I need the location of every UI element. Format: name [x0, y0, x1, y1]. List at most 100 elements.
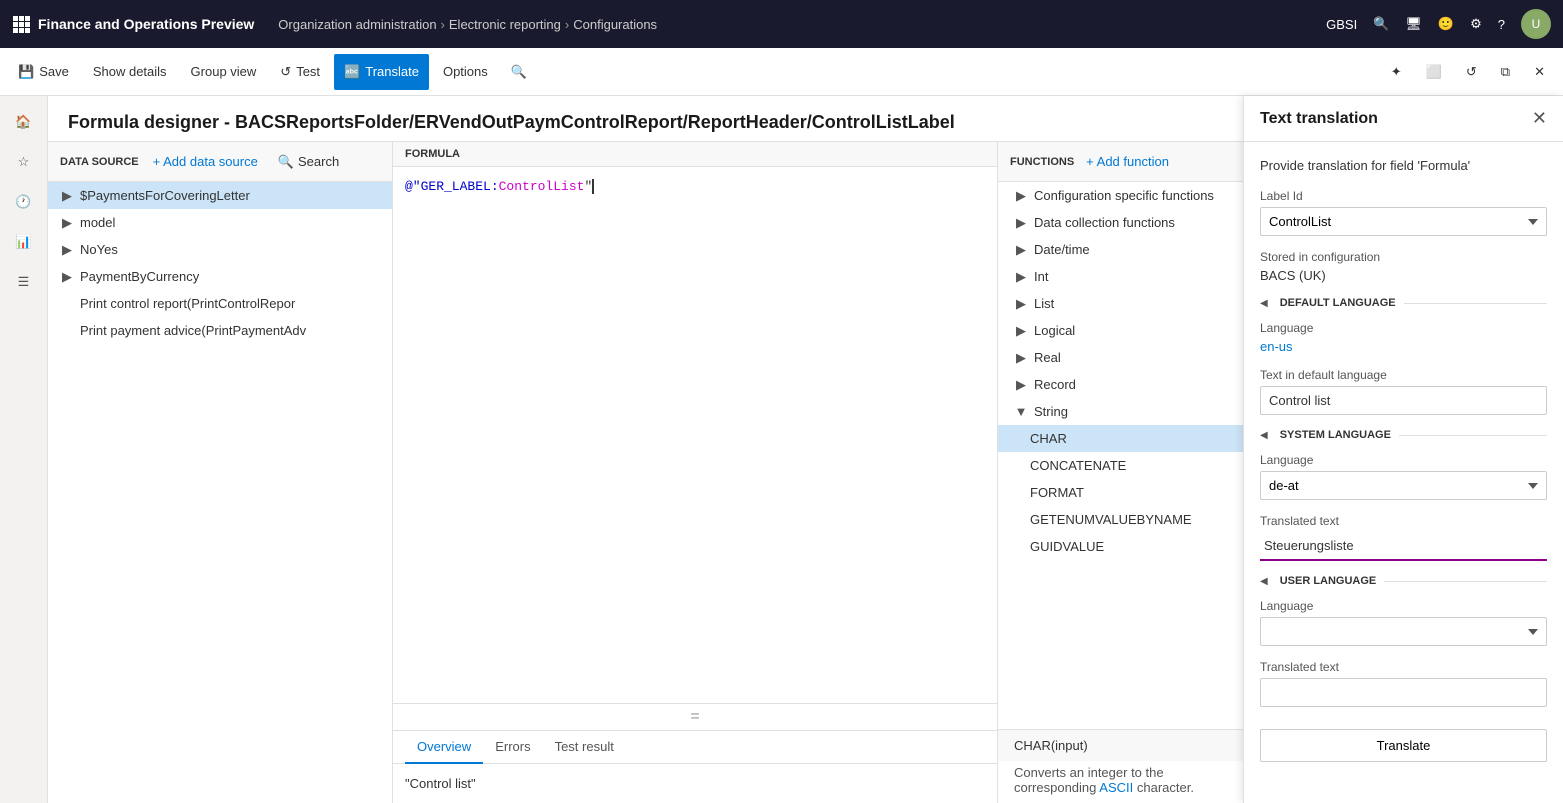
chevron-right-icon: ▶	[60, 270, 74, 284]
default-language-label: Language	[1260, 321, 1547, 335]
right-panel: Text translation ✕ Provide translation f…	[1243, 96, 1563, 803]
close-right-panel-button[interactable]: ✕	[1532, 108, 1547, 129]
fn-logical[interactable]: ▶ Logical	[998, 317, 1243, 344]
fn-datetime[interactable]: ▶ Date/time	[998, 236, 1243, 263]
toolbar-close-icon[interactable]: ✕	[1524, 54, 1555, 90]
collapse-user-icon[interactable]: ◀	[1260, 576, 1268, 587]
top-bar: Finance and Operations Preview Organizat…	[0, 0, 1563, 48]
translate-button[interactable]: 🔤 Translate	[334, 54, 429, 90]
toolbar-view-icon[interactable]: ✦	[1381, 54, 1412, 90]
tab-overview[interactable]: Overview	[405, 731, 483, 764]
ds-item-printadvice[interactable]: Print payment advice(PrintPaymentAdv	[48, 317, 392, 344]
label-id-label: Label Id	[1260, 189, 1547, 203]
toolbar-expand-icon[interactable]: ⬜	[1416, 54, 1452, 90]
sidebar-star-icon[interactable]: ☆	[6, 144, 42, 180]
smiley-icon[interactable]: 🙂	[1438, 16, 1454, 32]
system-language-group: Language de-at	[1260, 453, 1547, 500]
search-icon[interactable]: 🔍	[1373, 16, 1389, 32]
fn-config-specific[interactable]: ▶ Configuration specific functions	[998, 182, 1243, 209]
fn-guidvalue[interactable]: GUIDVALUE	[998, 533, 1243, 560]
help-icon[interactable]: ?	[1498, 17, 1505, 32]
user-language-select[interactable]	[1260, 617, 1547, 646]
app-title: Finance and Operations Preview	[38, 16, 254, 32]
default-language-group: Language en-us	[1260, 321, 1547, 354]
fn-format[interactable]: FORMAT	[998, 479, 1243, 506]
add-data-source-button[interactable]: + Add data source	[147, 151, 264, 172]
test-button[interactable]: ↺ Test	[270, 54, 330, 90]
sidebar-list-icon[interactable]: ☰	[6, 264, 42, 300]
breadcrumb-org[interactable]: Organization administration	[278, 17, 436, 32]
system-lang-divider: ◀ SYSTEM LANGUAGE	[1260, 429, 1547, 441]
user-language-group: Language	[1260, 599, 1547, 646]
breadcrumb-sep-2: ›	[565, 17, 569, 32]
divider-line	[1404, 303, 1547, 304]
system-lang-section-label: SYSTEM LANGUAGE	[1280, 429, 1391, 441]
chevron-right-icon: ▶	[1014, 270, 1028, 284]
default-language-value: en-us	[1260, 339, 1547, 354]
default-lang-divider: ◀ DEFAULT LANGUAGE	[1260, 297, 1547, 309]
formula-divider: =	[393, 704, 997, 731]
ds-item-noyes[interactable]: ▶ NoYes	[48, 236, 392, 263]
collapse-default-icon[interactable]: ◀	[1260, 298, 1268, 309]
functions-label: FUNCTIONS	[1010, 156, 1074, 168]
ds-item-model[interactable]: ▶ model	[48, 209, 392, 236]
system-translated-input[interactable]	[1260, 532, 1547, 561]
data-source-header: DATA SOURCE + Add data source 🔍 Search	[48, 142, 392, 182]
user-language-label: Language	[1260, 599, 1547, 613]
add-function-button[interactable]: + Add function	[1080, 151, 1175, 172]
three-col-layout: DATA SOURCE + Add data source 🔍 Search ▶…	[48, 142, 1243, 803]
main-toolbar: 💾 Save Show details Group view ↺ Test 🔤 …	[0, 48, 1563, 96]
formula-text-control: ControlList	[499, 179, 585, 194]
formula-editor[interactable]: @"GER_LABEL:ControlList"	[393, 167, 997, 704]
fn-concatenate[interactable]: CONCATENATE	[998, 452, 1243, 479]
fn-data-collection[interactable]: ▶ Data collection functions	[998, 209, 1243, 236]
fn-signature: CHAR(input)	[998, 729, 1243, 761]
formula-cursor: "	[584, 179, 594, 194]
toolbar-right: ✦ ⬜ ↺ ⧉ ✕	[1381, 54, 1555, 90]
ds-item-payments[interactable]: ▶ $PaymentsForCoveringLetter	[48, 182, 392, 209]
app-grid-button[interactable]	[12, 15, 30, 33]
label-id-group: Label Id ControlList	[1260, 189, 1547, 236]
fn-char[interactable]: CHAR	[998, 425, 1243, 452]
right-panel-title: Text translation	[1260, 110, 1378, 128]
user-translated-input[interactable]	[1260, 678, 1547, 707]
toolbar-detach-icon[interactable]: ⧉	[1491, 54, 1520, 90]
ds-item-paymentbycurrency[interactable]: ▶ PaymentByCurrency	[48, 263, 392, 290]
fn-list[interactable]: ▶ List	[998, 290, 1243, 317]
translate-button[interactable]: Translate	[1260, 729, 1547, 762]
show-details-button[interactable]: Show details	[83, 54, 177, 90]
tab-errors[interactable]: Errors	[483, 731, 542, 764]
label-id-select[interactable]: ControlList	[1260, 207, 1547, 236]
translate-icon: 🔤	[344, 64, 360, 80]
functions-panel: FUNCTIONS + Add function ▶ Configuration…	[998, 142, 1243, 803]
collapse-system-icon[interactable]: ◀	[1260, 430, 1268, 441]
user-avatar[interactable]: U	[1521, 9, 1551, 39]
breadcrumb-er[interactable]: Electronic reporting	[449, 17, 561, 32]
fn-getenumvaluebyname[interactable]: GETENUMVALUEBYNAME	[998, 506, 1243, 533]
options-button[interactable]: Options	[433, 54, 498, 90]
search-data-source-button[interactable]: 🔍 Search	[272, 151, 345, 173]
ascii-link[interactable]: ASCII	[1099, 780, 1133, 795]
chevron-right-icon: ▶	[1014, 351, 1028, 365]
fn-int[interactable]: ▶ Int	[998, 263, 1243, 290]
notifications-icon[interactable]: 🖥	[1405, 16, 1422, 32]
chevron-right-icon: ▶	[60, 189, 74, 203]
save-button[interactable]: 💾 Save	[8, 54, 79, 90]
sidebar-clock-icon[interactable]: 🕐	[6, 184, 42, 220]
fn-record[interactable]: ▶ Record	[998, 371, 1243, 398]
sidebar-home-icon[interactable]: 🏠	[6, 104, 42, 140]
toolbar-search[interactable]: 🔍	[502, 59, 536, 85]
system-language-select[interactable]: de-at	[1260, 471, 1547, 500]
chevron-right-icon: ▶	[60, 243, 74, 257]
breadcrumb-configs[interactable]: Configurations	[573, 17, 657, 32]
toolbar-refresh-icon[interactable]: ↺	[1456, 54, 1487, 90]
system-translated-group: Translated text	[1260, 514, 1547, 561]
text-default-input[interactable]	[1260, 386, 1547, 415]
ds-item-printcontrol[interactable]: Print control report(PrintControlRepor	[48, 290, 392, 317]
tab-testresult[interactable]: Test result	[543, 731, 626, 764]
fn-string[interactable]: ▼ String	[998, 398, 1243, 425]
fn-real[interactable]: ▶ Real	[998, 344, 1243, 371]
sidebar-chart-icon[interactable]: 📊	[6, 224, 42, 260]
group-view-button[interactable]: Group view	[181, 54, 267, 90]
settings-icon[interactable]: ⚙	[1470, 16, 1482, 32]
